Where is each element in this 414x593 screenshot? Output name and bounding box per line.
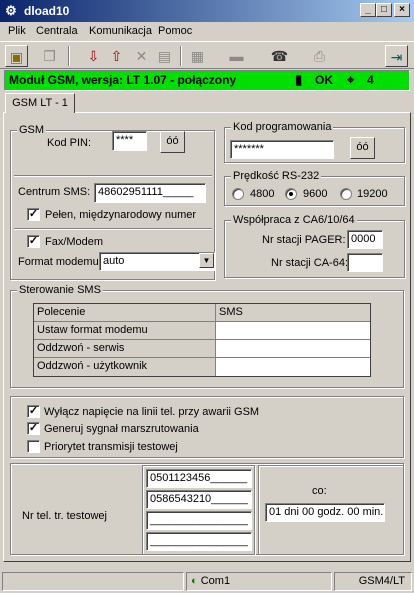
status-pane-port: ◐ Com1 [186,572,332,591]
table-row-command: Oddzwoń - użytkownik [34,358,216,376]
maximize-button[interactable]: □ [376,3,392,17]
open-icon[interactable]: ▣ [5,45,28,67]
modem-format-value: auto [103,255,125,267]
rs232-9600-label: 9600 [303,188,328,200]
menu-plik[interactable]: Plik [8,25,26,37]
routing-signal-checkbox[interactable]: ✓ [27,422,40,435]
app-icon[interactable]: ⚙ [3,3,19,19]
menu-bar: Plik Centrala Komunikacja Pomoc [0,22,414,41]
eraser-icon[interactable]: ▬ [225,45,248,67]
show-code-button[interactable]: óó [350,137,375,159]
exit-icon[interactable]: ⇥ [385,45,408,67]
module-status-text: Moduł GSM, wersja: LT 1.07 - połączony [9,73,237,87]
pin-label: Kod PIN: [47,137,92,149]
rs232-19200-radio[interactable] [340,188,352,200]
antenna-icon: ⌖ [347,72,355,87]
table-cell-sms[interactable] [216,322,370,340]
signal-level-text: 4 [367,73,374,87]
fax-modem-checkbox[interactable]: ✓ [27,235,40,248]
calculator-icon[interactable]: ▦ [186,45,209,67]
table-cell-sms[interactable] [216,358,370,376]
test-number-3-input[interactable]: ________________ [146,511,252,530]
toolbar: ▣ ❐ ⇩ ⇧ ✕ ▤ ▦ ▬ ☎ ⎙ ⇥ [0,41,414,69]
title-bar[interactable]: ⚙ dload10 _ □ × [0,0,414,22]
port-text: Com1 [200,575,231,587]
rs232-4800-radio[interactable] [232,188,244,200]
fax-modem-label: Fax/Modem [45,236,104,248]
pin-input[interactable]: **** [112,131,147,151]
read-icon[interactable]: ⇩ [82,45,105,67]
test-number-2-input[interactable]: 0586543210______ [146,490,252,509]
full-number-label: Pełen, międzynarodowy numer [45,209,197,221]
toolbar-separator [180,46,182,66]
test-interval-input[interactable]: 01 dni 00 godz. 00 min. [265,503,385,522]
chevron-down-icon[interactable]: ▼ [199,253,214,268]
pager-label: Nr stacji PAGER: [262,234,346,246]
test-number-1-input[interactable]: 0501123456______ [146,469,252,488]
status-bar: ◐ Com1 GSM4/LT [0,570,414,593]
modem-icon[interactable]: ☎ [268,45,291,67]
gsm-divider-2 [14,228,212,230]
sms-center-label: Centrum SMS: [18,186,91,198]
show-pin-button[interactable]: óó [160,131,185,153]
programming-code-input[interactable]: ******* [230,140,334,159]
close-button[interactable]: × [394,3,410,17]
table-row-command: Oddzwoń - serwis [34,340,216,358]
table-cell-sms[interactable] [216,340,370,358]
tab-gsm-lt-1[interactable]: GSM LT - 1 [5,93,75,113]
rs232-title: Prędkość RS-232 [231,170,322,182]
sms-center-input[interactable]: 48602951111_____ [94,183,206,203]
menu-komunikacja[interactable]: Komunikacja [89,25,152,37]
rs232-4800-label: 4800 [250,188,275,200]
rs232-19200-label: 19200 [357,188,388,200]
ok-status-text: OK [315,73,333,87]
table-row-command: Ustaw format modemu [34,322,216,340]
print-icon[interactable]: ⎙ [308,45,331,67]
sms-control-title: Sterowanie SMS [17,284,103,296]
disable-voltage-label: Wyłącz napięcie na linii tel. przy awari… [44,406,260,418]
modem-format-label: Format modemu [18,256,99,268]
test-priority-label: Priorytet transmisji testowej [44,441,178,453]
test-priority-checkbox[interactable] [27,440,40,453]
gsm-group-title: GSM [17,124,47,136]
copy-icon[interactable]: ❐ [38,45,61,67]
toolbar-separator [68,46,70,66]
disable-voltage-checkbox[interactable]: ✓ [27,405,40,418]
full-number-checkbox[interactable]: ✓ [27,208,40,221]
ca64-label: Nr stacji CA-64: [271,257,349,269]
write-icon[interactable]: ⇧ [105,45,128,67]
ca-title: Współpraca z CA6/10/64 [231,214,357,226]
ca64-input[interactable] [347,253,383,272]
rs232-9600-radio[interactable] [285,188,297,200]
window-title: dload10 [24,4,70,18]
status-pane-empty [2,572,184,591]
sms-command-table[interactable]: Polecenie SMS Ustaw format modemu Oddzwo… [33,303,371,377]
column-header-sms: SMS [216,304,370,322]
status-pane-device: GSM4/LT [334,572,412,591]
gsm-divider [14,175,212,177]
pager-input[interactable]: 0000 [347,230,383,249]
every-label: co: [312,485,327,497]
menu-centrala[interactable]: Centrala [36,25,78,37]
modem-format-select[interactable]: auto ▼ [99,252,215,271]
routing-signal-label: Generuj sygnał marszrutowania [44,423,199,435]
minimize-button[interactable]: _ [360,3,376,17]
test-number-4-input[interactable]: ________________ [146,532,252,551]
connection-status-bar: Moduł GSM, wersja: LT 1.07 - połączony ▮… [4,70,410,91]
properties-icon[interactable]: ▤ [153,45,176,67]
port-connected-icon: ◐ [191,575,198,587]
column-header-command: Polecenie [34,304,216,322]
test-number-label: Nr tel. tr. testowej [22,510,107,522]
delete-icon[interactable]: ✕ [130,45,153,67]
programming-code-title: Kod programowania [231,121,334,133]
phone-icon: ▮ [295,72,303,87]
menu-pomoc[interactable]: Pomoc [158,25,192,37]
